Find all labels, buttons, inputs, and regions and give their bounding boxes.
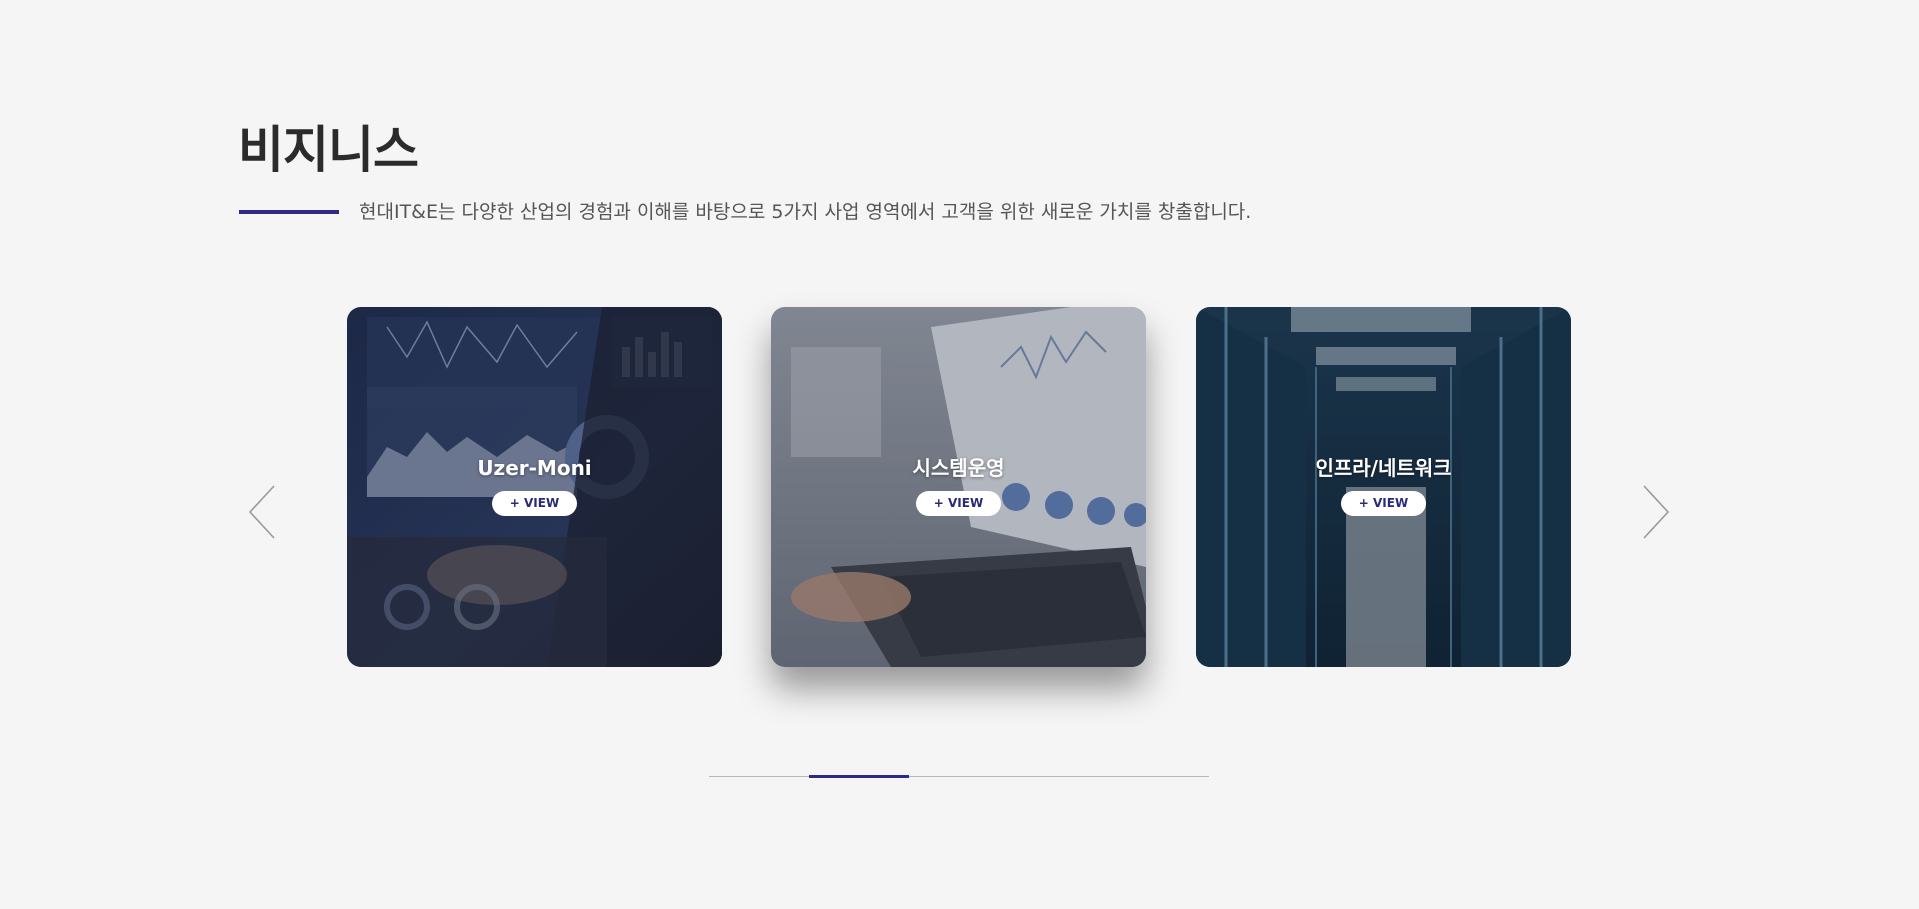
carousel-progress-track[interactable]: [709, 776, 1209, 777]
card-title: 인프라/네트워크: [1315, 456, 1452, 480]
section-subtitle: 현대IT&E는 다양한 산업의 경험과 이해를 바탕으로 5가지 사업 영역에서…: [359, 201, 1252, 223]
business-card-system-operation[interactable]: 시스템운영 + VIEW: [771, 307, 1146, 667]
chevron-right-icon: [1643, 485, 1670, 539]
view-button[interactable]: + VIEW: [1340, 491, 1427, 516]
carousel-prev-button[interactable]: [247, 484, 277, 540]
business-card-uzer-moni[interactable]: Uzer-Moni + VIEW: [347, 307, 722, 667]
carousel-progress-indicator: [809, 775, 909, 778]
business-card-infra-network[interactable]: 인프라/네트워크 + VIEW: [1196, 307, 1571, 667]
carousel-next-button[interactable]: [1641, 484, 1671, 540]
card-title: 시스템운영: [912, 456, 1005, 480]
view-button[interactable]: + VIEW: [915, 491, 1002, 516]
section-title: 비지니스: [238, 121, 419, 179]
view-button[interactable]: + VIEW: [491, 491, 578, 516]
card-title: Uzer-Moni: [477, 456, 592, 480]
chevron-left-icon: [248, 485, 275, 539]
title-accent-line: [239, 210, 339, 214]
